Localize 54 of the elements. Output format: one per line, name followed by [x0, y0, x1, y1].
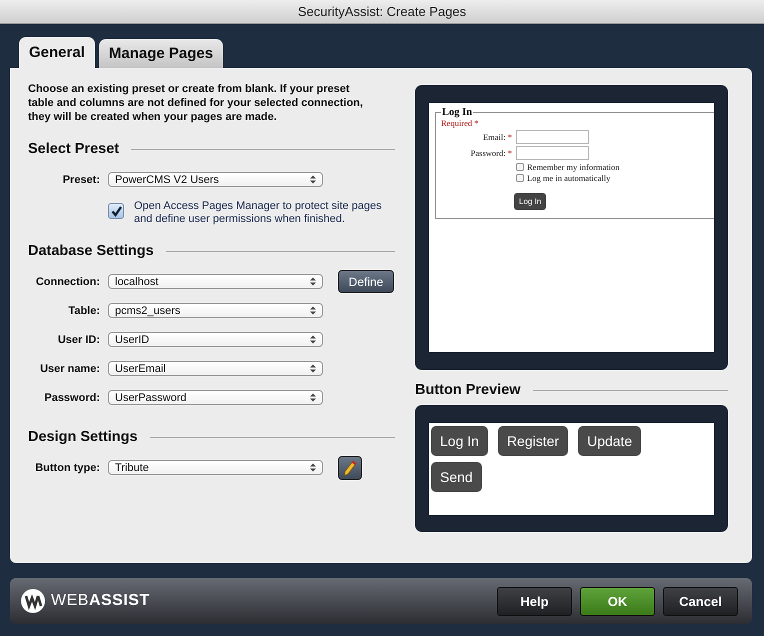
select-field[interactable]: pcms2_users: [108, 303, 323, 318]
logo-icon: [20, 588, 46, 614]
updown-arrows-icon: [310, 364, 316, 373]
checkbox-label: Remember my information: [527, 162, 620, 172]
select-field[interactable]: Tribute: [108, 460, 323, 475]
window-title: SecurityAssist: Create Pages: [298, 4, 466, 19]
field-label: Email: *: [482, 132, 513, 142]
logo-text: WEBASSIST: [51, 592, 150, 610]
select-field[interactable]: UserPassword: [108, 390, 323, 405]
preview-button[interactable]: Log In: [431, 426, 488, 456]
select-field[interactable]: PowerCMS V2 Users: [108, 172, 323, 187]
field-label: Password: *: [470, 148, 513, 158]
field-label: User ID:: [56, 334, 101, 346]
dialog-button[interactable]: Help: [497, 586, 572, 616]
section-heading: Select Preset: [28, 141, 120, 157]
dialog-button[interactable]: Cancel: [663, 586, 738, 616]
tab[interactable]: General: [19, 37, 95, 68]
edit-button[interactable]: [338, 456, 362, 480]
preview-button[interactable]: Register: [498, 426, 568, 456]
field-label: User name:: [39, 362, 101, 374]
checkbox[interactable]: [108, 203, 124, 219]
select-field[interactable]: UserEmail: [108, 361, 323, 376]
tab[interactable]: Manage Pages: [98, 39, 224, 68]
define-button[interactable]: Define: [338, 270, 394, 293]
preview-button[interactable]: Send: [431, 462, 482, 492]
checkbox[interactable]: [516, 174, 524, 182]
pencil-icon: [343, 460, 357, 476]
updown-arrows-icon: [310, 393, 316, 402]
select-field[interactable]: localhost: [108, 274, 323, 289]
preview-button[interactable]: Update: [578, 426, 642, 456]
field-label: Password:: [43, 392, 101, 404]
checkbox[interactable]: [516, 162, 524, 170]
updown-arrows-icon: [310, 463, 316, 472]
field-label: Button type:: [34, 462, 101, 474]
updown-arrows-icon: [310, 335, 316, 344]
field-label: Preset:: [62, 174, 101, 186]
updown-arrows-icon: [310, 306, 316, 315]
field-label: Connection:: [34, 276, 101, 288]
section-heading: Design Settings: [28, 429, 138, 445]
select-field[interactable]: UserID: [108, 332, 323, 347]
required-note: Required *: [441, 118, 479, 128]
checkbox-label: Open Access Pages Manager to protect site pages and define user permissions when finished.: [134, 200, 383, 226]
checkbox-label: Log me in automatically: [527, 172, 610, 182]
updown-arrows-icon: [310, 175, 316, 184]
fieldset-legend: Log In: [441, 107, 474, 118]
input-field[interactable]: [516, 130, 589, 144]
input-field[interactable]: [516, 146, 589, 160]
updown-arrows-icon: [310, 277, 316, 286]
section-heading: Database Settings: [28, 243, 154, 259]
intro-text: Choose an existing preset or create from blank. If your preset table and columns are not defined for your selected connection, they will be created when your pages are made.: [28, 82, 364, 124]
login-button[interactable]: Log In: [514, 193, 546, 210]
dialog-button[interactable]: OK: [580, 586, 655, 616]
section-heading: Button Preview: [415, 382, 521, 398]
field-label: Table:: [67, 304, 101, 316]
